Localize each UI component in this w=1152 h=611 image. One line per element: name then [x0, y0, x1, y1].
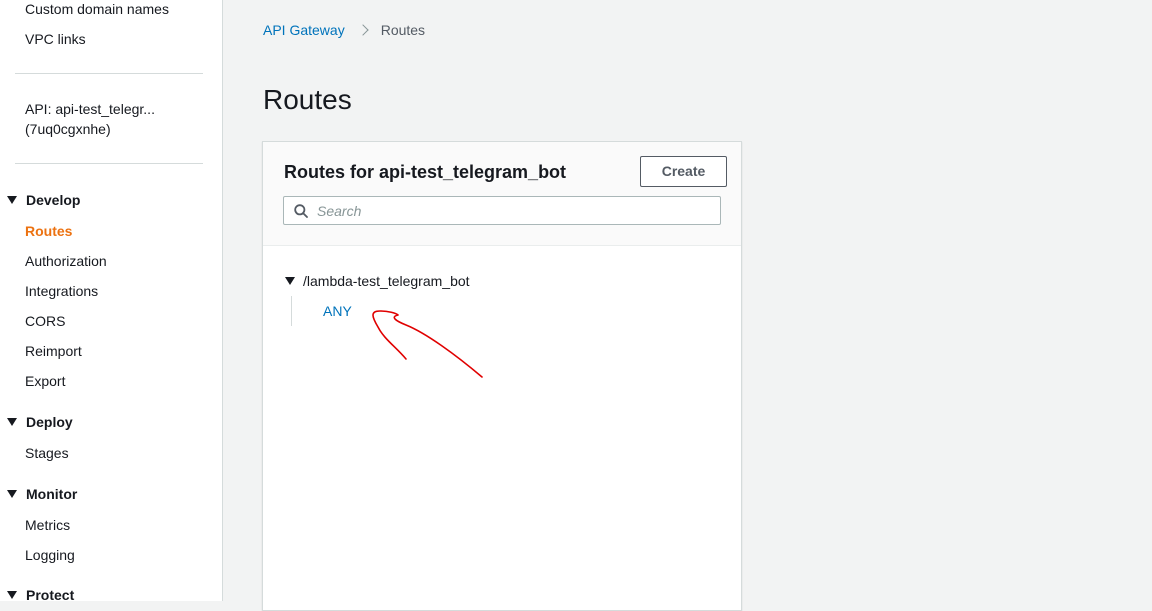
nav-reimport[interactable]: Reimport	[25, 343, 82, 359]
caret-down-icon	[7, 418, 17, 426]
section-monitor-label: Monitor	[26, 486, 78, 502]
route-path-item[interactable]: /lambda-test_telegram_bot	[285, 273, 470, 289]
routes-panel-title: Routes for api-test_telegram_bot	[284, 162, 567, 182]
nav-cors[interactable]: CORS	[25, 313, 65, 329]
search-icon	[294, 204, 308, 218]
breadcrumb: API Gateway Routes	[263, 22, 425, 38]
sidebar-divider	[15, 73, 203, 74]
route-method-any[interactable]: ANY	[323, 303, 352, 319]
route-path-label: /lambda-test_telegram_bot	[303, 273, 470, 289]
api-id-label: (7uq0cgxnhe)	[25, 121, 111, 137]
nav-integrations[interactable]: Integrations	[25, 283, 98, 299]
chevron-right-icon	[357, 24, 369, 36]
routes-panel: Routes for api-test_telegram_bot Create …	[262, 141, 742, 611]
caret-down-icon	[285, 277, 295, 285]
nav-metrics[interactable]: Metrics	[25, 517, 70, 533]
nav-custom-domain-names[interactable]: Custom domain names	[25, 1, 169, 17]
section-develop-label: Develop	[26, 192, 81, 208]
section-monitor[interactable]: Monitor	[7, 486, 77, 502]
sidebar-divider	[15, 163, 203, 164]
sidebar: Custom domain names VPC links API: api-t…	[0, 0, 223, 603]
caret-down-icon	[7, 591, 17, 599]
search-input[interactable]	[317, 199, 717, 223]
api-name-label: API: api-test_telegr...	[25, 101, 155, 117]
nav-export[interactable]: Export	[25, 373, 65, 389]
breadcrumb-current: Routes	[380, 22, 426, 38]
breadcrumb-api-gateway[interactable]: API Gateway	[263, 22, 345, 38]
caret-down-icon	[7, 196, 17, 204]
api-name: API: api-test_telegr... (7uq0cgxnhe)	[25, 99, 205, 139]
section-develop[interactable]: Develop	[7, 192, 80, 208]
nav-stages[interactable]: Stages	[25, 445, 69, 461]
nav-authorization[interactable]: Authorization	[25, 253, 107, 269]
nav-logging[interactable]: Logging	[25, 547, 75, 563]
create-route-button[interactable]: Create	[640, 156, 727, 187]
section-deploy-label: Deploy	[26, 414, 73, 430]
route-tree-line	[291, 296, 292, 326]
routes-panel-header: Routes for api-test_telegram_bot Create	[263, 142, 741, 246]
nav-routes[interactable]: Routes	[25, 223, 72, 239]
caret-down-icon	[7, 490, 17, 498]
search-box[interactable]	[283, 196, 721, 225]
section-deploy[interactable]: Deploy	[7, 414, 73, 430]
nav-vpc-links[interactable]: VPC links	[25, 31, 86, 47]
page-title: Routes	[263, 84, 352, 115]
